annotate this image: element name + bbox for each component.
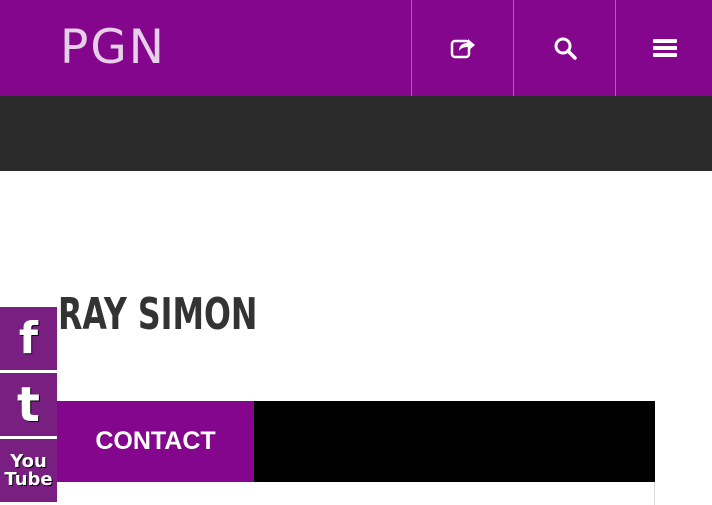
youtube-icon-line2: Tube bbox=[4, 468, 53, 490]
youtube-icon-line1: You bbox=[10, 450, 47, 472]
menu-button[interactable] bbox=[615, 0, 712, 96]
twitter-button[interactable]: t bbox=[0, 373, 57, 436]
search-button[interactable] bbox=[513, 0, 616, 96]
site-header: PGN bbox=[0, 0, 712, 96]
facebook-icon: f bbox=[18, 313, 39, 364]
youtube-button[interactable]: You Tube bbox=[0, 439, 57, 502]
hamburger-menu-icon bbox=[652, 38, 677, 58]
twitter-icon: t bbox=[17, 376, 40, 433]
share-button[interactable] bbox=[411, 0, 514, 96]
page-title: RAY SIMON bbox=[58, 289, 258, 340]
search-icon bbox=[553, 36, 577, 60]
contact-content-bar bbox=[254, 401, 655, 482]
pgn-logo[interactable]: PGN bbox=[60, 22, 166, 74]
contact-section: CONTACT bbox=[57, 401, 655, 505]
secondary-nav-bar bbox=[0, 96, 712, 171]
share-icon bbox=[450, 36, 476, 60]
facebook-button[interactable]: f bbox=[0, 307, 57, 370]
contact-tab[interactable]: CONTACT bbox=[57, 401, 254, 482]
youtube-icon: You Tube bbox=[4, 450, 53, 490]
